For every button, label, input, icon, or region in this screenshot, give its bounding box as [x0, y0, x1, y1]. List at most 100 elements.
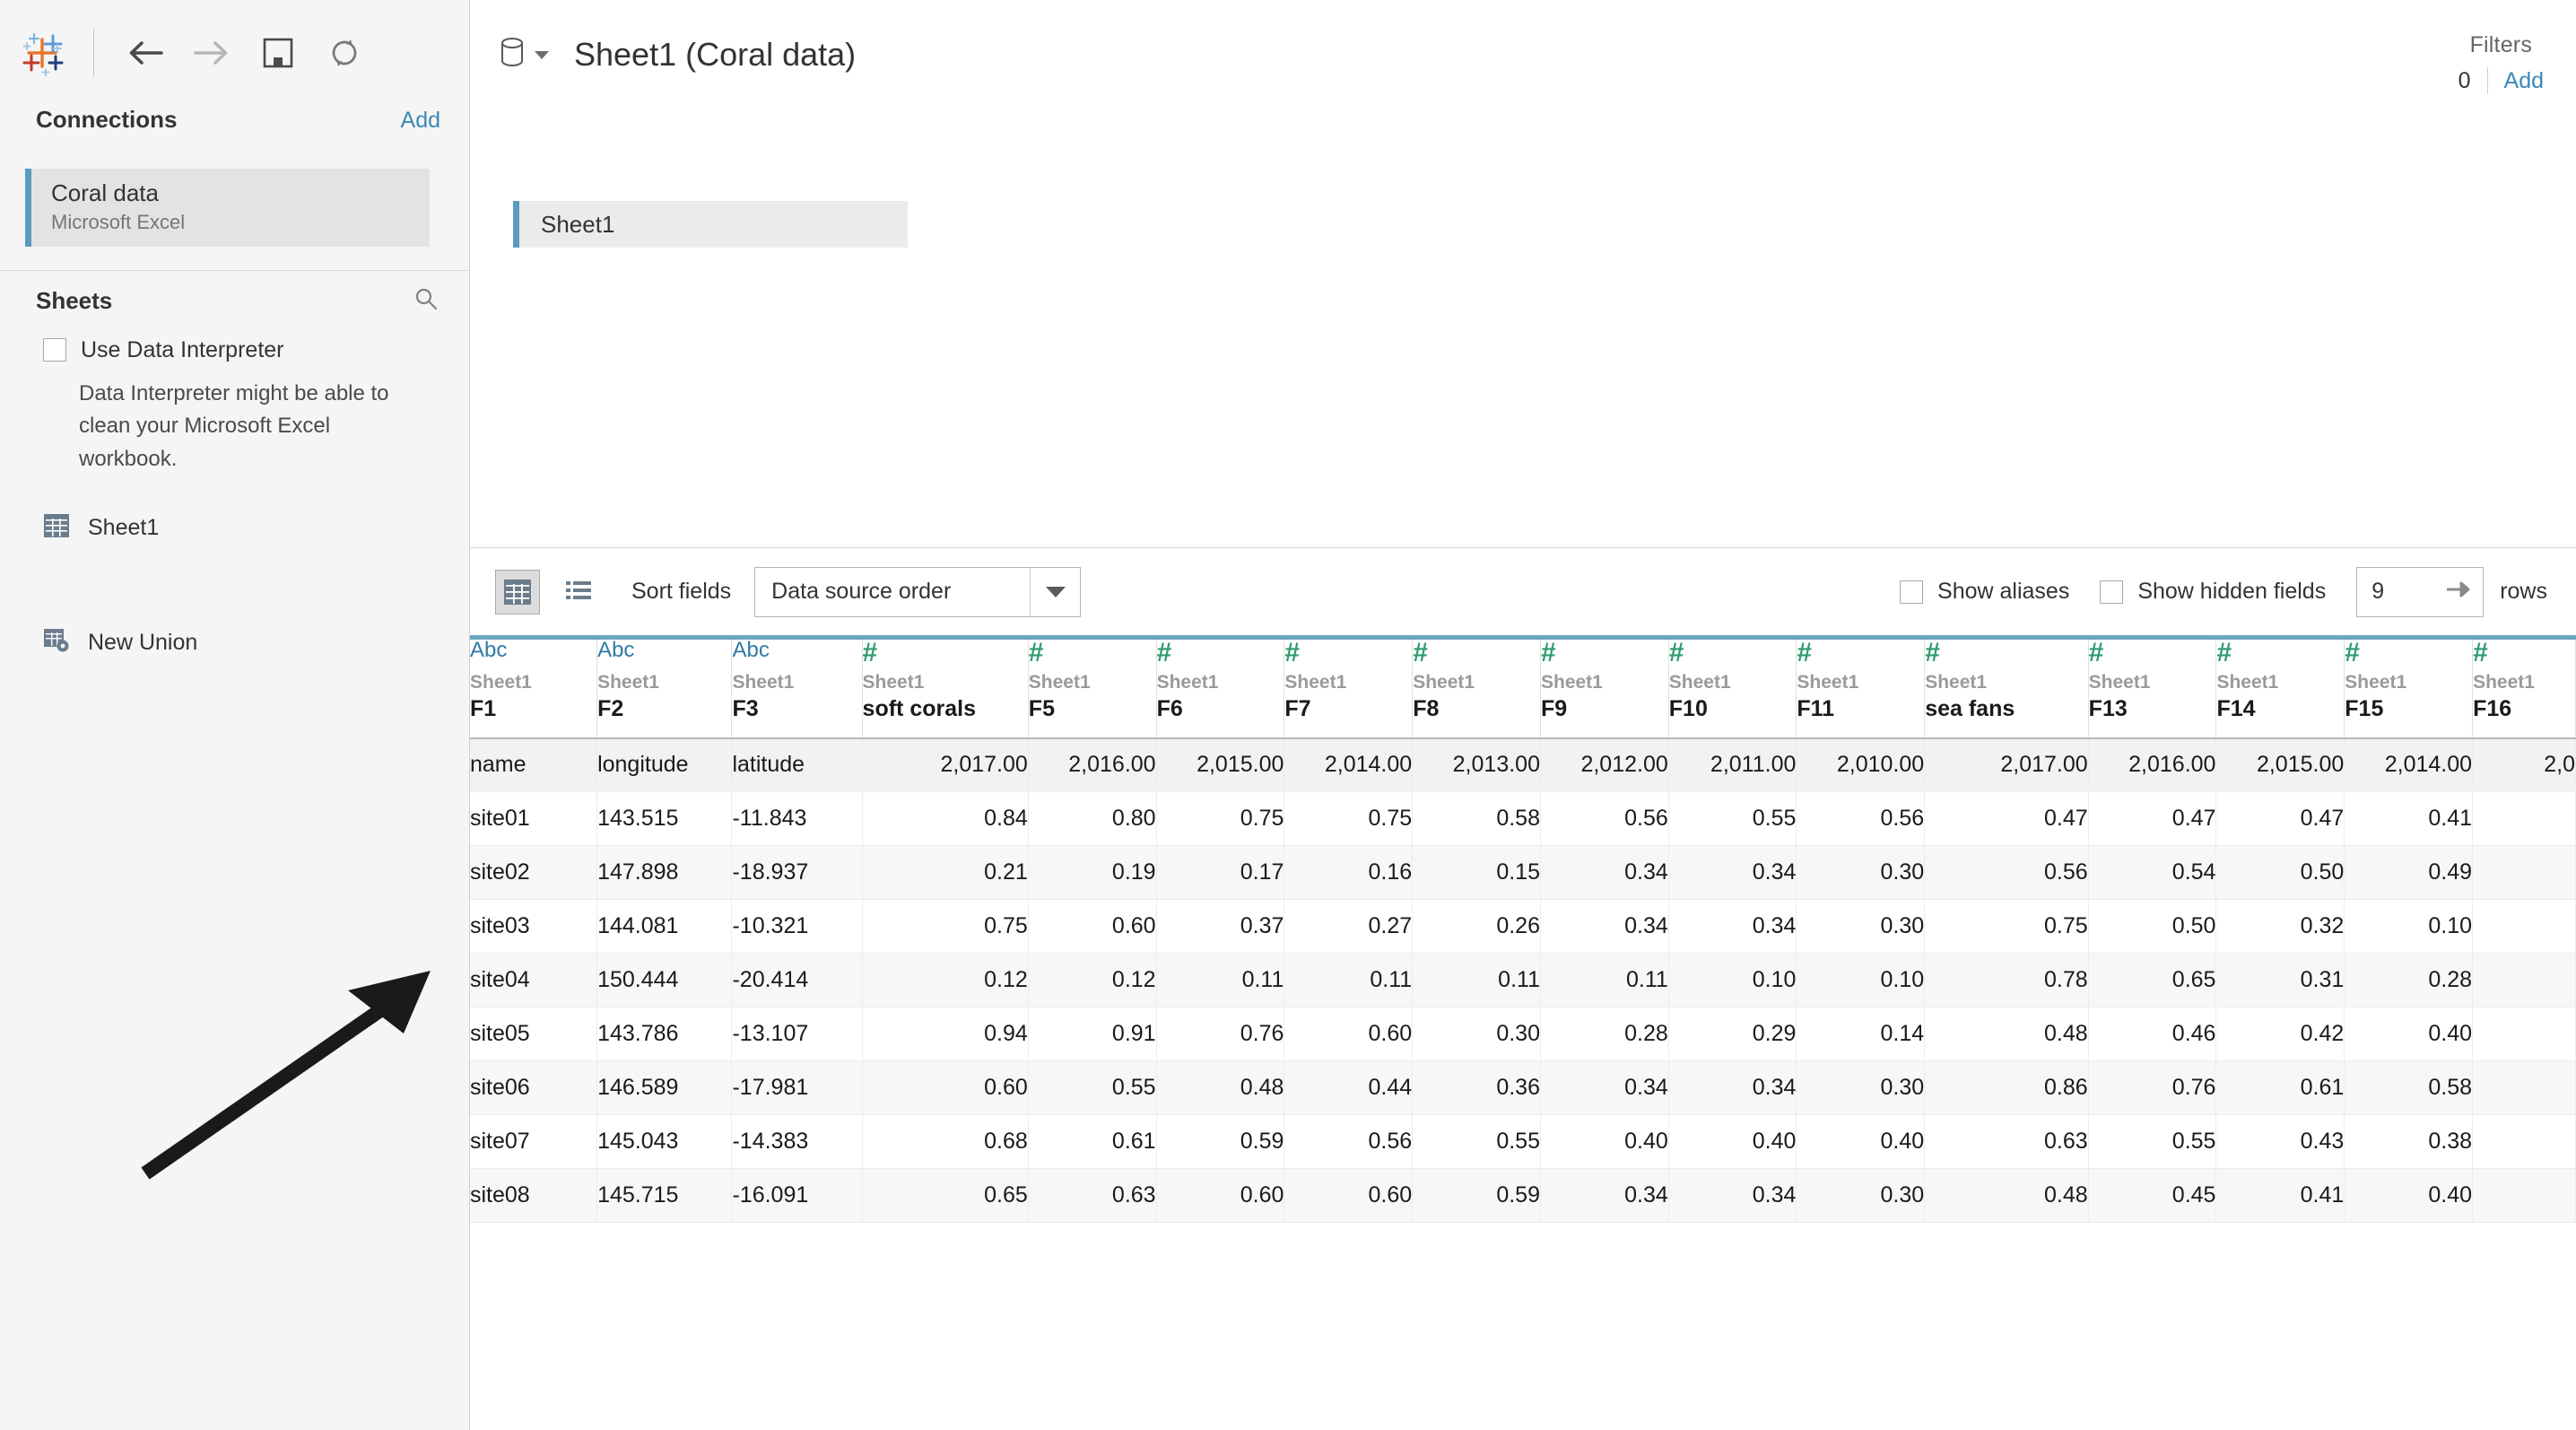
table-row[interactable]: site07145.043-14.3830.680.610.590.560.55…	[470, 1115, 2576, 1169]
table-cell: site02	[470, 846, 597, 900]
table-cell: 0.41	[2345, 792, 2473, 846]
table-row[interactable]: site08145.715-16.0910.650.630.600.600.59…	[470, 1169, 2576, 1223]
column-sheet-label: Sheet1	[470, 672, 596, 693]
table-cell: 2,013.00	[1413, 738, 1541, 792]
table-cell: 0.58	[1413, 792, 1541, 846]
table-cell: 0.34	[1540, 1169, 1668, 1223]
column-sheet-label: Sheet1	[1925, 672, 2087, 693]
apply-rows-arrow-icon[interactable]	[2445, 580, 2472, 604]
type-number-icon: #	[2473, 640, 2575, 665]
column-header-F5[interactable]: #Sheet1F5	[1028, 638, 1156, 738]
table-cell	[2473, 792, 2576, 846]
table-cell: 0.27	[1284, 900, 1413, 954]
table-cell: -14.383	[732, 1115, 862, 1169]
table-cell: -20.414	[732, 954, 862, 1007]
column-header-F16[interactable]: #Sheet1F16	[2473, 638, 2576, 738]
use-data-interpreter-checkbox[interactable]: Use Data Interpreter	[0, 337, 469, 363]
table-row[interactable]: site04150.444-20.4140.120.120.110.110.11…	[470, 954, 2576, 1007]
show-aliases-checkbox[interactable]: Show aliases	[1900, 579, 2069, 605]
column-header-F6[interactable]: #Sheet1F6	[1156, 638, 1284, 738]
toolbar-divider	[93, 29, 94, 77]
column-header-F9[interactable]: #Sheet1F9	[1540, 638, 1668, 738]
column-sheet-label: Sheet1	[1541, 672, 1668, 693]
column-field-name: F1	[470, 696, 596, 722]
table-row[interactable]: namelongitudelatitude2,017.002,016.002,0…	[470, 738, 2576, 792]
column-sheet-label: Sheet1	[1797, 672, 1924, 693]
grid-view-toggle[interactable]	[495, 570, 540, 615]
column-header-F7[interactable]: #Sheet1F7	[1284, 638, 1413, 738]
table-cell: 0.75	[862, 900, 1028, 954]
checkbox-box	[43, 338, 66, 362]
rows-label: rows	[2500, 579, 2547, 605]
table-cell: 2,016.00	[1028, 738, 1156, 792]
table-row[interactable]: site06146.589-17.9810.600.550.480.440.36…	[470, 1061, 2576, 1115]
back-button[interactable]	[119, 27, 171, 79]
canvas-sheet-chip[interactable]: Sheet1	[513, 201, 908, 248]
forward-button[interactable]	[186, 27, 238, 79]
table-cell: 0.19	[1028, 846, 1156, 900]
column-header-F13[interactable]: #Sheet1F13	[2088, 638, 2216, 738]
table-cell: 2,014.00	[1284, 738, 1413, 792]
table-cell: 0.44	[1284, 1061, 1413, 1115]
table-cell: 0.16	[1284, 846, 1413, 900]
new-union-item[interactable]: New Union	[0, 628, 197, 658]
list-view-toggle[interactable]	[556, 570, 601, 615]
table-cell: 0.12	[1028, 954, 1156, 1007]
table-cell: 0.49	[2345, 846, 2473, 900]
table-cell: 0.75	[1925, 900, 2088, 954]
sort-fields-select[interactable]: Data source order	[754, 567, 1081, 617]
column-header-F14[interactable]: #Sheet1F14	[2216, 638, 2345, 738]
table-cell: 0.60	[1284, 1007, 1413, 1061]
table-cell: 0.84	[862, 792, 1028, 846]
show-hidden-fields-checkbox[interactable]: Show hidden fields	[2100, 579, 2326, 605]
table-cell: 0.58	[2345, 1061, 2473, 1115]
rows-count-value: 9	[2371, 579, 2384, 605]
table-row[interactable]: site05143.786-13.1070.940.910.760.600.30…	[470, 1007, 2576, 1061]
sheet-item-sheet1[interactable]: Sheet1	[0, 513, 469, 543]
search-icon[interactable]	[413, 286, 439, 316]
column-header-sea-fans[interactable]: #Sheet1sea fans	[1925, 638, 2088, 738]
column-header-F15[interactable]: #Sheet1F15	[2345, 638, 2473, 738]
table-row[interactable]: site02147.898-18.9370.210.190.170.160.15…	[470, 846, 2576, 900]
column-field-name: F10	[1669, 696, 1797, 722]
table-cell: 0.26	[1413, 900, 1541, 954]
tableau-logo-icon[interactable]	[16, 27, 68, 79]
table-cell: 0.17	[1156, 846, 1284, 900]
table-cell: 144.081	[597, 900, 732, 954]
table-cell: 0.94	[862, 1007, 1028, 1061]
table-cell: 0.30	[1797, 900, 1925, 954]
datasource-dropdown-caret-icon[interactable]	[535, 51, 549, 59]
table-row[interactable]: site01143.515-11.8430.840.800.750.750.58…	[470, 792, 2576, 846]
table-cell: 0.34	[1668, 846, 1797, 900]
show-aliases-label: Show aliases	[1937, 579, 2069, 605]
add-connection-link[interactable]: Add	[401, 108, 440, 134]
table-cell: 145.715	[597, 1169, 732, 1223]
table-cell	[2473, 900, 2576, 954]
column-header-soft-corals[interactable]: #Sheet1soft corals	[862, 638, 1028, 738]
connection-item-coral-data[interactable]: Coral data Microsoft Excel	[25, 169, 430, 247]
column-header-F1[interactable]: AbcSheet1F1	[470, 638, 597, 738]
column-header-F10[interactable]: #Sheet1F10	[1668, 638, 1797, 738]
table-cell: 2,015.00	[1156, 738, 1284, 792]
type-number-icon: #	[1925, 640, 2087, 665]
column-header-F3[interactable]: AbcSheet1F3	[732, 638, 862, 738]
table-cell: 0.10	[1797, 954, 1925, 1007]
sheet-item-label: Sheet1	[88, 515, 159, 541]
column-sheet-label: Sheet1	[1029, 672, 1156, 693]
table-row[interactable]: site03144.081-10.3210.750.600.370.270.26…	[470, 900, 2576, 954]
data-grid-scroll[interactable]: AbcSheet1F1AbcSheet1F2AbcSheet1F3#Sheet1…	[470, 635, 2576, 1286]
table-cell: 0.75	[1156, 792, 1284, 846]
table-cell: latitude	[732, 738, 862, 792]
table-cell: 0.76	[2088, 1061, 2216, 1115]
new-union-icon	[43, 628, 70, 658]
table-cell: 0.75	[1284, 792, 1413, 846]
column-header-F8[interactable]: #Sheet1F8	[1413, 638, 1541, 738]
column-header-F2[interactable]: AbcSheet1F2	[597, 638, 732, 738]
table-cell: 2,017.00	[1925, 738, 2088, 792]
column-header-F11[interactable]: #Sheet1F11	[1797, 638, 1925, 738]
rows-count-input[interactable]: 9	[2356, 567, 2484, 617]
add-filter-link[interactable]: Add	[2504, 68, 2544, 94]
refresh-button[interactable]	[318, 27, 370, 79]
save-button[interactable]	[252, 27, 304, 79]
table-cell: 0.50	[2216, 846, 2345, 900]
